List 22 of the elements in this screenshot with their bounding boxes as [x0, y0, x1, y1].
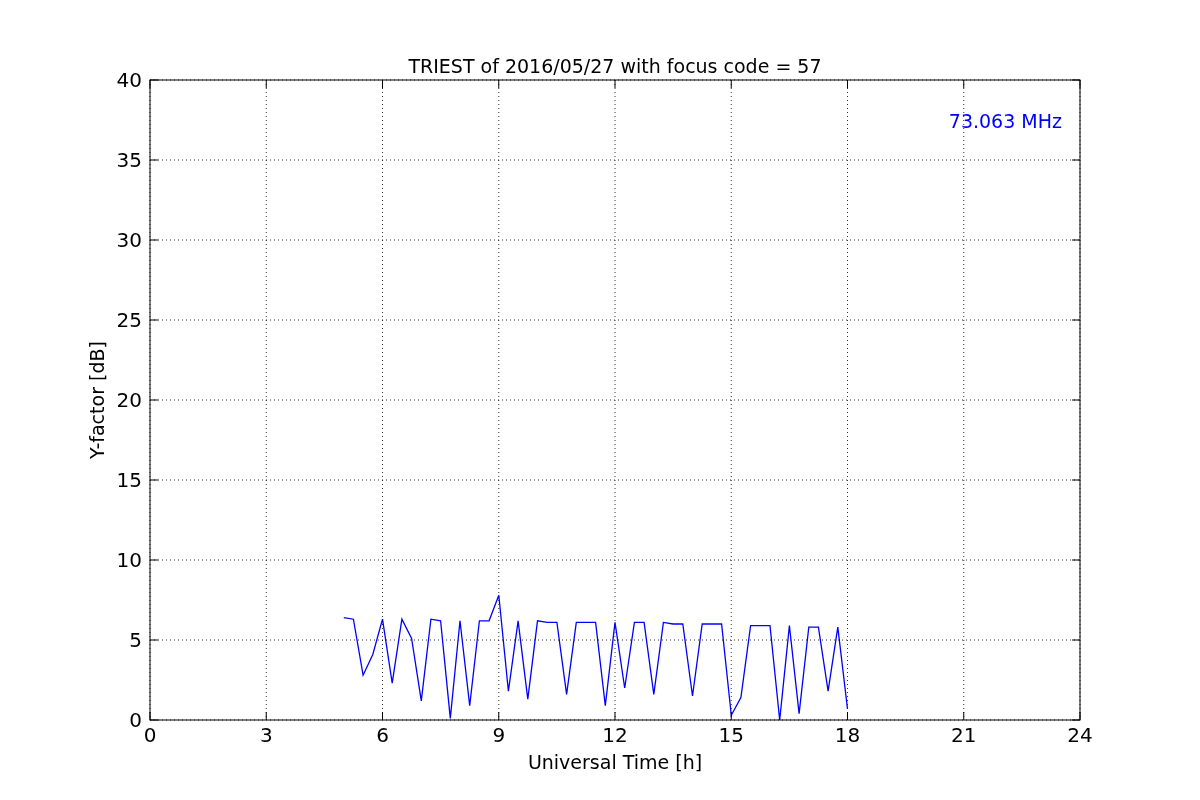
series-label: 73.063 MHz	[948, 110, 1062, 132]
tick-label: 3	[259, 723, 273, 747]
tick-label: 12	[602, 723, 628, 747]
tick-label: 18	[834, 723, 861, 747]
tick-label: 35	[116, 148, 142, 172]
tick-label: 20	[116, 388, 142, 412]
tick-label: 21	[951, 723, 977, 747]
tick-label: 0	[129, 708, 142, 732]
tick-label: 24	[1067, 723, 1093, 747]
tick-label: 15	[116, 468, 142, 492]
tick-label: 25	[116, 308, 142, 332]
tick-label: 15	[718, 723, 744, 747]
tick-label: 5	[129, 628, 142, 652]
tick-label: 30	[116, 228, 142, 252]
tick-label: 6	[376, 723, 389, 747]
tick-label: 10	[116, 548, 142, 572]
y-axis-label: Y-factor [dB]	[86, 341, 108, 459]
chart-title: TRIEST of 2016/05/27 with focus code = 57	[408, 55, 822, 77]
tick-label: 40	[116, 68, 142, 92]
x-axis-label: Universal Time [h]	[527, 751, 703, 773]
tick-label: 9	[492, 723, 506, 747]
tick-label: 0	[143, 723, 157, 747]
